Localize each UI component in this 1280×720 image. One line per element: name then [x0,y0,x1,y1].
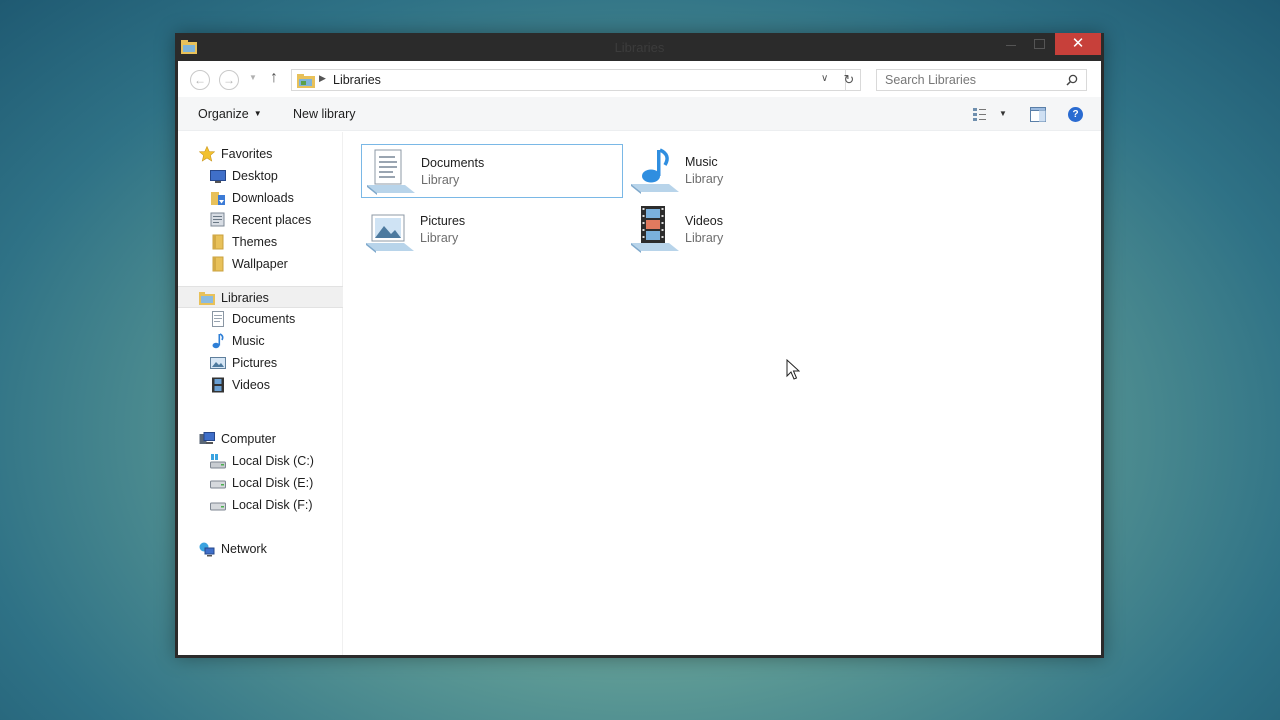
libraries-folder-icon [297,74,315,88]
sidebar-item-network[interactable]: Network [178,538,343,560]
folder-icon [212,234,224,250]
hard-drive-icon [210,480,226,489]
sidebar-item-label: Local Disk (C:) [232,454,314,468]
recent-places-icon [210,212,225,227]
sidebar-item-recent-places[interactable]: Recent places [178,209,343,231]
tile-subtitle: Library [685,231,724,245]
sidebar-item-label: Favorites [221,147,273,161]
tile-subtitle: Library [420,231,459,245]
tile-name: Videos [685,214,723,228]
explorer-window: Libraries ✕ ← → ▼ ↑ ▶ Libraries ∨ ↻ Sear… [175,33,1104,658]
sidebar-item-desktop[interactable]: Desktop [178,165,343,187]
sidebar-item-label: Recent places [232,213,312,227]
documents-library-icon [367,149,415,195]
chevron-down-icon: ▼ [253,109,262,118]
command-bar: Organize ▼ New library ▼ ? [178,97,1101,131]
pictures-library-icon [366,214,414,253]
preview-pane-icon[interactable] [1030,107,1046,122]
help-icon[interactable]: ? [1068,107,1083,122]
hard-drive-icon [210,502,226,511]
search-box[interactable] [876,69,1087,91]
sidebar-item-computer[interactable]: Computer [178,428,343,450]
libraries-folder-icon [199,292,215,305]
sidebar-item-label: Music [232,334,265,348]
recent-locations-dropdown[interactable]: ▼ [249,73,257,82]
music-library-icon [631,148,679,194]
back-button[interactable]: ← [190,70,210,90]
tile-subtitle: Library [421,173,460,187]
address-dropdown-icon[interactable]: ∨ [821,73,828,84]
sidebar-item-documents[interactable]: Documents [178,308,343,330]
network-icon [199,542,215,557]
library-tile-documents[interactable]: Documents Library [361,144,623,198]
film-strip-icon [212,377,224,393]
sidebar-item-label: Downloads [232,191,294,205]
sidebar-item-label: Network [221,542,267,556]
sidebar-item-themes[interactable]: Themes [178,231,343,253]
sidebar-item-label: Pictures [232,356,278,370]
sidebar-item-videos[interactable]: Videos [178,374,343,396]
forward-button[interactable]: → [219,70,239,90]
window-client: ← → ▼ ↑ ▶ Libraries ∨ ↻ Search Libraries… [178,61,1101,655]
sidebar-item-favorites[interactable]: Favorites [178,143,343,165]
tile-name: Documents [421,156,485,170]
document-icon [212,311,224,327]
window-title: Libraries [614,40,665,55]
mouse-pointer-icon [786,359,800,380]
search-icon[interactable] [1066,74,1078,86]
organize-label: Organize [198,107,249,121]
library-tile-pictures[interactable]: Pictures Library [361,203,623,257]
sidebar-item-libraries[interactable]: Libraries [178,286,343,308]
sidebar-item-local-disk-f[interactable]: Local Disk (F:) [178,494,343,516]
videos-library-icon [631,206,679,253]
navigation-bar: ← → ▼ ↑ ▶ Libraries ∨ ↻ [178,61,1101,97]
sidebar-item-downloads[interactable]: Downloads [178,187,343,209]
library-tile-music[interactable]: Music Library [626,144,888,198]
breadcrumb-separator-icon[interactable]: ▶ [319,73,326,84]
tile-subtitle: Library [685,172,724,186]
sidebar-item-label: Computer [221,432,276,446]
sidebar-item-label: Local Disk (E:) [232,476,314,490]
sidebar-item-label: Documents [232,312,296,326]
refresh-button[interactable]: ↻ [838,69,861,91]
tile-name: Music [685,155,718,169]
sidebar-item-label: Wallpaper [232,257,288,271]
close-button[interactable]: ✕ [1055,33,1101,55]
folder-icon [212,256,224,272]
breadcrumb-libraries[interactable]: Libraries [333,73,381,87]
navigation-pane: Favorites Desktop Downloads Recent place… [178,132,343,655]
minimize-button[interactable] [997,33,1025,55]
tile-name: Pictures [420,214,466,228]
desktop-icon [210,170,226,183]
up-button[interactable]: ↑ [270,69,278,87]
maximize-button[interactable] [1025,33,1053,55]
computer-icon [199,432,215,444]
sidebar-item-local-disk-c[interactable]: Local Disk (C:) [178,450,343,472]
sidebar-item-label: Themes [232,235,278,249]
star-icon [199,146,215,162]
system-drive-icon [210,454,226,469]
title-bar[interactable]: Libraries ✕ [175,33,1104,61]
sidebar-item-label: Desktop [232,169,278,183]
sidebar-item-pictures[interactable]: Pictures [178,352,343,374]
library-tile-videos[interactable]: Videos Library [626,203,888,257]
new-library-button[interactable]: New library [293,107,356,121]
picture-icon [210,357,226,369]
sidebar-item-wallpaper[interactable]: Wallpaper [178,253,343,275]
music-note-icon [212,333,224,349]
downloads-folder-icon [211,192,225,205]
view-options-dropdown[interactable]: ▼ [999,109,1007,118]
sidebar-item-local-disk-e[interactable]: Local Disk (E:) [178,472,343,494]
sidebar-item-label: Videos [232,378,270,392]
address-bar[interactable]: ▶ Libraries ∨ [291,69,846,91]
organize-menu[interactable]: Organize ▼ [198,107,262,121]
sidebar-item-label: Libraries [221,291,269,305]
sidebar-item-music[interactable]: Music [178,330,343,352]
file-list-view: Documents Library Music Library Pictures… [344,132,1101,655]
change-view-icon[interactable] [973,108,989,122]
search-input[interactable] [877,70,1057,90]
sidebar-item-label: Local Disk (F:) [232,498,313,512]
